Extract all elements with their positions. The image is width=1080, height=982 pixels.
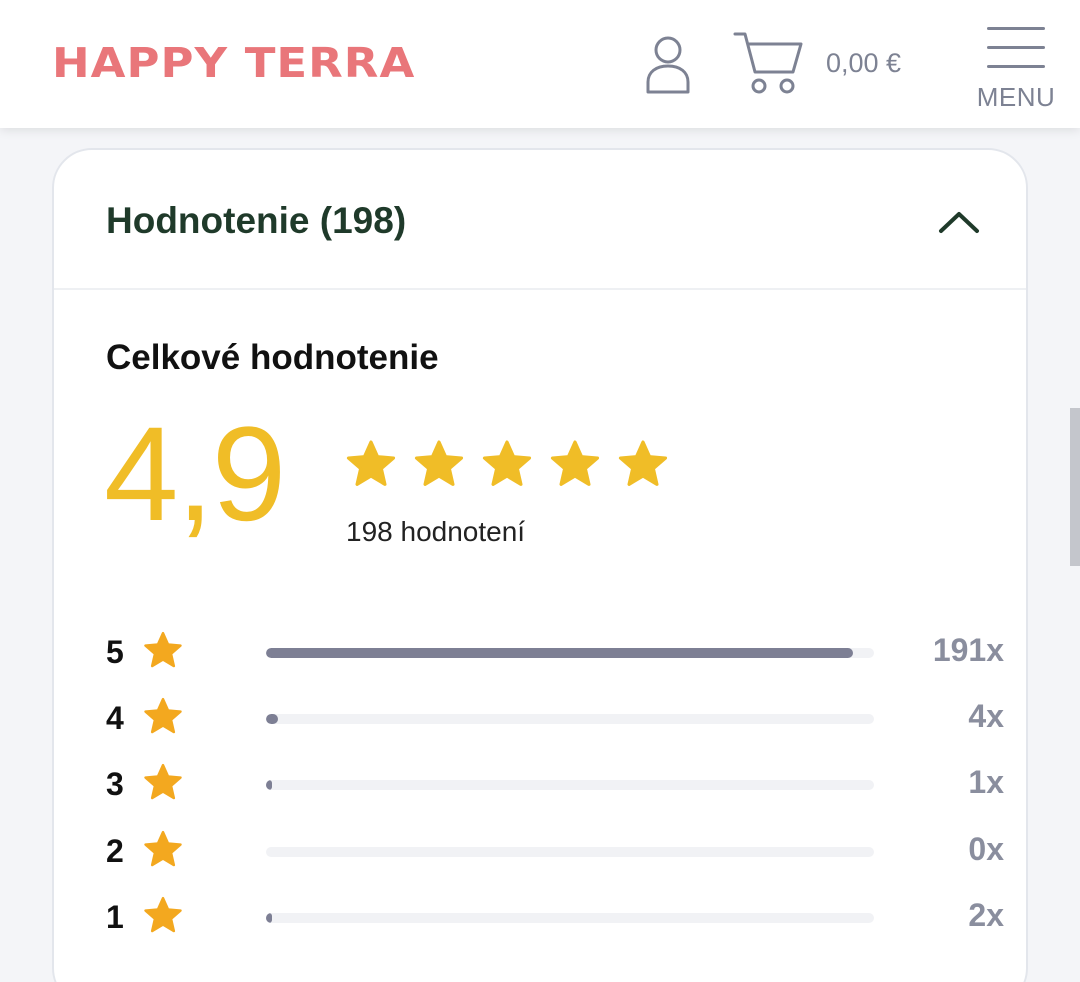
reviews-section-title: Hodnotenie (198) bbox=[106, 200, 407, 241]
rating-row-count: 4x bbox=[968, 698, 1004, 734]
reviews-accordion-header[interactable]: Hodnotenie (198) bbox=[54, 150, 1026, 290]
rating-row-stars: 5 bbox=[106, 634, 124, 670]
star-icon bbox=[482, 440, 532, 486]
cart-total[interactable]: 0,00 € bbox=[826, 48, 901, 79]
chevron-up-icon[interactable] bbox=[938, 206, 980, 236]
scrollbar[interactable] bbox=[1070, 408, 1080, 566]
star-icon bbox=[144, 896, 182, 933]
star-icon bbox=[144, 763, 182, 800]
rating-bar-track bbox=[266, 714, 874, 724]
menu-label: MENU bbox=[976, 82, 1056, 112]
rating-bar-fill bbox=[266, 913, 273, 923]
rating-bar-fill bbox=[266, 648, 853, 658]
rating-bar-track bbox=[266, 780, 874, 790]
user-icon[interactable] bbox=[644, 34, 692, 94]
star-icon bbox=[550, 440, 600, 486]
rating-bar-track bbox=[266, 913, 874, 923]
rating-row-stars: 1 bbox=[106, 899, 124, 935]
rating-bar-fill bbox=[266, 780, 272, 790]
rating-bar-track bbox=[266, 648, 874, 658]
rating-row-count: 2x bbox=[968, 897, 1004, 933]
rating-row-stars: 4 bbox=[106, 700, 124, 736]
overall-rating-title: Celkové hodnotenie bbox=[106, 338, 439, 377]
star-icon bbox=[144, 631, 182, 668]
rating-row-2[interactable]: 2 0x bbox=[104, 829, 1004, 873]
rating-row-stars: 3 bbox=[106, 766, 124, 802]
cart-icon[interactable] bbox=[733, 30, 805, 96]
rating-row-count: 1x bbox=[968, 764, 1004, 800]
rating-row-4[interactable]: 4 4x bbox=[104, 696, 1004, 740]
menu-button[interactable]: MENU bbox=[975, 24, 1057, 114]
rating-row-1[interactable]: 1 2x bbox=[104, 895, 1004, 939]
rating-row-count: 0x bbox=[968, 831, 1004, 867]
site-header: HAPPY TERRA 0,00 € MENU bbox=[0, 0, 1080, 128]
rating-bar-fill bbox=[266, 714, 279, 724]
rating-row-stars: 2 bbox=[106, 833, 124, 869]
rating-row-5[interactable]: 5 191x bbox=[104, 630, 1004, 674]
star-icon bbox=[346, 440, 396, 486]
rating-stars bbox=[344, 438, 670, 492]
review-count: 198 hodnotení bbox=[346, 516, 526, 547]
reviews-card: Hodnotenie (198) Celkové hodnotenie 4,9 … bbox=[52, 148, 1028, 982]
rating-row-3[interactable]: 3 1x bbox=[104, 762, 1004, 806]
logo[interactable]: HAPPY TERRA bbox=[52, 34, 415, 90]
average-score: 4,9 bbox=[104, 400, 286, 549]
star-icon bbox=[144, 697, 182, 734]
logo-text: HAPPY TERRA bbox=[52, 37, 416, 87]
star-icon bbox=[618, 440, 668, 486]
rating-bar-track bbox=[266, 847, 874, 857]
star-icon bbox=[144, 830, 182, 867]
star-icon bbox=[414, 440, 464, 486]
hamburger-icon bbox=[987, 27, 1045, 30]
rating-row-count: 191x bbox=[932, 632, 1004, 668]
